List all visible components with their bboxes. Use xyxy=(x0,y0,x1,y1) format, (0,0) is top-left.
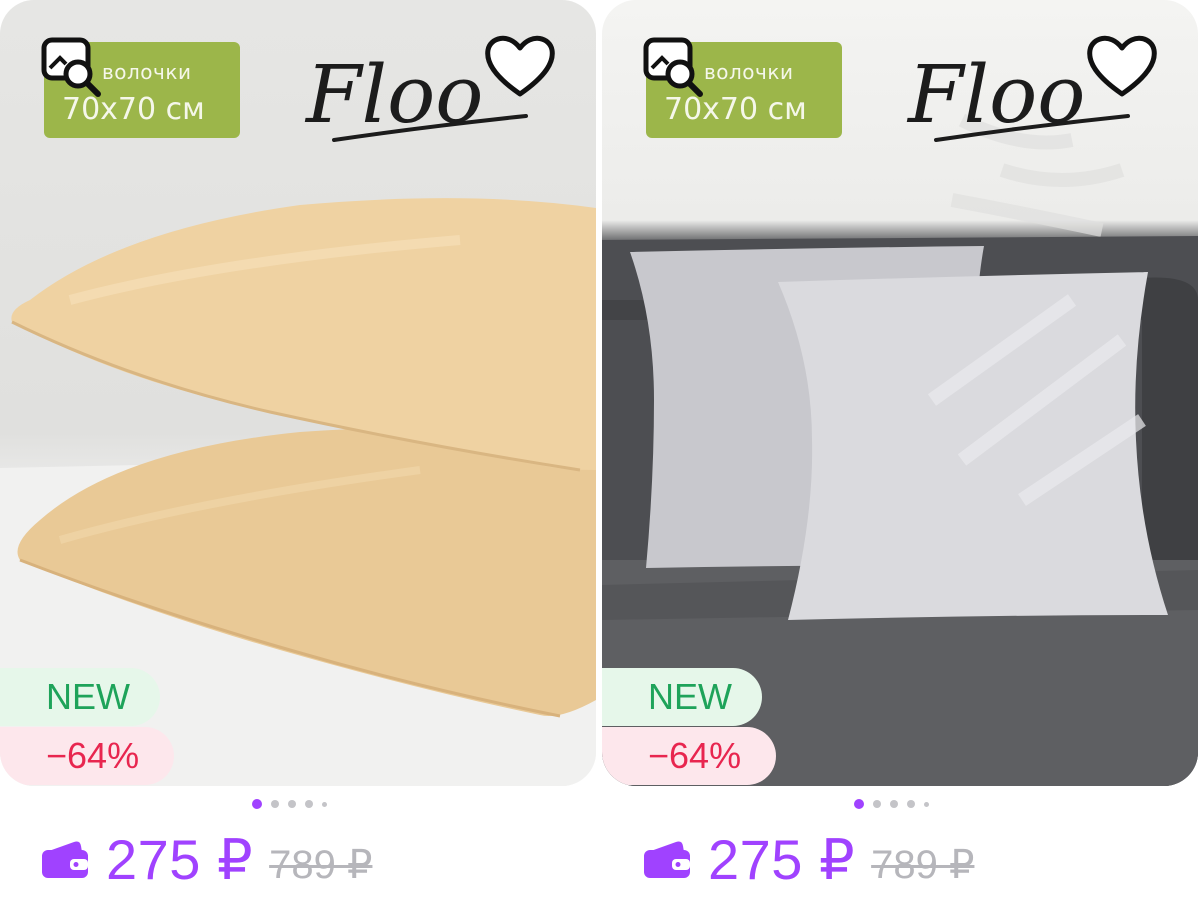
old-price: 789 ₽ xyxy=(871,843,975,887)
pager-dot xyxy=(305,800,313,808)
brand-logo-text: Floo xyxy=(304,48,483,141)
price-row: 275 ₽ 789 ₽ xyxy=(40,828,372,892)
pager-dot xyxy=(271,800,279,808)
product-photo[interactable]: волочки 70x70 см Floo NEW −64% xyxy=(0,0,596,786)
product-photo[interactable]: волочки 70x70 см Floo NEW −64% xyxy=(602,0,1198,786)
wallet-icon xyxy=(42,841,88,878)
wallet-icon xyxy=(644,841,690,878)
image-pager-dots xyxy=(854,797,929,811)
current-price: 275 ₽ xyxy=(106,828,254,891)
product-card[interactable]: волочки 70x70 см Floo NEW −64% 275 ₽ 789… xyxy=(602,0,1198,910)
size-tag-label: волочки xyxy=(704,60,794,84)
image-search-icon[interactable] xyxy=(640,32,710,102)
image-search-icon[interactable] xyxy=(38,32,108,102)
pager-dot xyxy=(924,801,929,807)
brand-logo-text: Floo xyxy=(906,48,1085,141)
current-price: 275 ₽ xyxy=(708,828,856,891)
discount-badge: −64% xyxy=(0,727,174,785)
price-row: 275 ₽ 789 ₽ xyxy=(642,828,974,892)
heart-outline-icon[interactable] xyxy=(1084,30,1160,102)
pager-dot xyxy=(873,800,881,808)
pager-dot-active xyxy=(252,799,262,809)
pager-dot xyxy=(322,801,327,807)
pager-dot-active xyxy=(854,799,864,809)
old-price: 789 ₽ xyxy=(269,843,373,887)
size-tag-label: волочки xyxy=(102,60,192,84)
pager-dot xyxy=(890,800,898,808)
new-badge: NEW xyxy=(0,668,160,726)
heart-outline-icon[interactable] xyxy=(482,30,558,102)
discount-badge: −64% xyxy=(602,727,776,785)
pager-dot xyxy=(288,800,296,808)
product-card[interactable]: волочки 70x70 см Floo NEW −64% 275 ₽ 789… xyxy=(0,0,596,910)
pager-dot xyxy=(907,800,915,808)
image-pager-dots xyxy=(252,797,327,811)
new-badge: NEW xyxy=(602,668,762,726)
